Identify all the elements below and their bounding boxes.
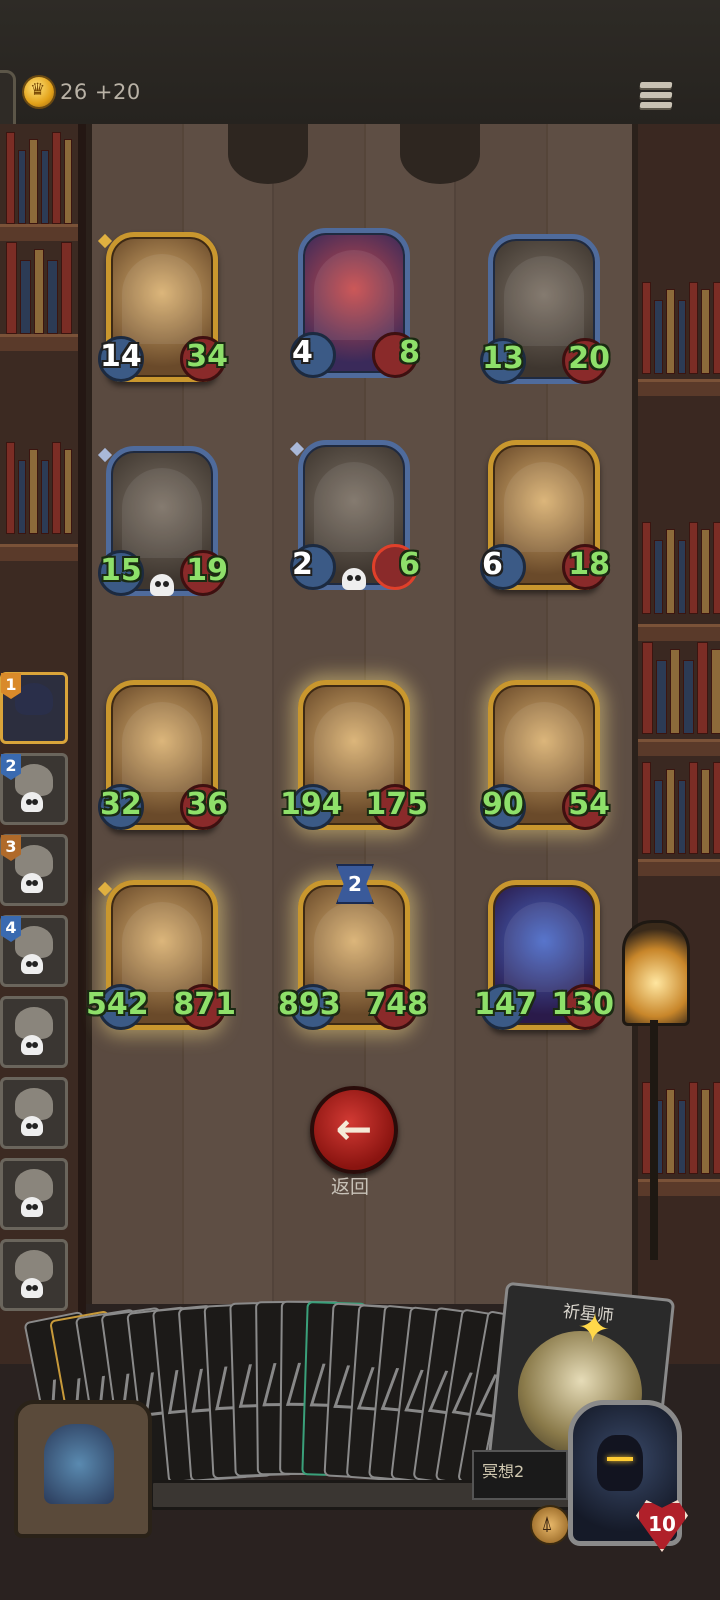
minion-health: 54 xyxy=(568,787,610,822)
minion-health: 34 xyxy=(186,339,228,374)
lantern-decoration xyxy=(622,920,690,1026)
coin-count: 26 +20 xyxy=(60,80,141,104)
star-sorceress-minion[interactable]: 147 130 xyxy=(474,880,614,1030)
minion-attack: 2 xyxy=(292,547,313,582)
opponent-list: 1 2 3 4 xyxy=(0,672,68,1320)
back-button-label: 返回 xyxy=(330,1176,369,1198)
opponent-item[interactable]: 3 xyxy=(0,834,68,906)
skull-demon-minion[interactable]: 13 20 xyxy=(480,234,610,384)
opponent-item[interactable] xyxy=(0,1158,68,1230)
arrow-left-icon: ← xyxy=(335,1104,373,1155)
crown-coin-icon xyxy=(24,77,54,107)
blonde-mage-minion[interactable]: 542 871 xyxy=(86,880,236,1030)
defeated-skull-icon xyxy=(21,792,43,812)
opponent-item[interactable]: 2 xyxy=(0,753,68,825)
minion-attack: 147 xyxy=(474,987,537,1022)
minion-health: 175 xyxy=(365,787,428,822)
pinocchio-minion[interactable]: 2 6 xyxy=(289,440,420,590)
meditate-label: 冥想2 xyxy=(472,1450,568,1500)
minion-attack: 13 xyxy=(482,341,524,376)
opponent-item[interactable]: 1 xyxy=(0,672,68,744)
minion-attack: 14 xyxy=(100,339,142,374)
hero-eyes xyxy=(607,1457,633,1461)
ship-kraken-minion[interactable]: 14 34 xyxy=(97,232,228,382)
sea-priestess-minion-2[interactable]: 90 54 xyxy=(480,680,610,830)
defeated-skull-icon xyxy=(21,1197,43,1217)
opponent-item[interactable] xyxy=(0,1077,68,1149)
minion-health: 748 xyxy=(365,987,428,1022)
minion-health: 19 xyxy=(186,553,228,588)
airship-minion[interactable]: 6 18 xyxy=(480,440,610,590)
minion-health: 6 xyxy=(399,547,420,582)
opponent-item[interactable] xyxy=(0,996,68,1068)
top-bar: 26 +20 xyxy=(0,0,720,196)
hamburger-menu-icon[interactable] xyxy=(639,82,673,114)
minion-health: 8 xyxy=(399,335,420,370)
minion-health: 18 xyxy=(568,547,610,582)
minion-attack: 893 xyxy=(278,987,341,1022)
opponent-item[interactable]: 4 xyxy=(0,915,68,987)
tavern-shop-chest[interactable] xyxy=(14,1400,152,1538)
star-icon: ✦ xyxy=(574,1304,613,1354)
shopkeeper-portrait xyxy=(44,1424,114,1504)
minion-health: 130 xyxy=(551,987,614,1022)
lantern-pole xyxy=(650,1020,658,1260)
bell-icon[interactable] xyxy=(530,1505,570,1545)
minion-attack: 90 xyxy=(482,787,524,822)
board-arch-decoration xyxy=(400,124,480,184)
ghost-horse-minion[interactable]: 2 893 748 xyxy=(278,864,428,1030)
minion-health: 36 xyxy=(186,787,228,822)
deathrattle-skull-icon xyxy=(342,568,366,590)
minion-attack: 542 xyxy=(86,987,149,1022)
defeated-skull-icon xyxy=(21,873,43,893)
minion-attack: 32 xyxy=(100,787,142,822)
sea-king-minion[interactable]: 194 175 xyxy=(280,680,428,830)
bookshelf-right xyxy=(628,124,720,1364)
sea-priestess-minion[interactable]: 32 36 xyxy=(98,680,228,830)
clown-minion[interactable]: 4 8 xyxy=(290,228,420,378)
minion-health: 871 xyxy=(173,987,236,1022)
board-arch-decoration xyxy=(228,124,308,184)
minion-attack: 194 xyxy=(280,787,343,822)
minion-attack: 4 xyxy=(292,335,313,370)
minion-attack: 15 xyxy=(100,553,142,588)
deathrattle-skull-icon xyxy=(150,574,174,596)
bone-beast-minion[interactable]: 15 19 xyxy=(97,446,228,596)
defeated-skull-icon xyxy=(21,1116,43,1136)
hero-face xyxy=(597,1435,643,1491)
minion-attack: 6 xyxy=(482,547,503,582)
back-button[interactable]: ← xyxy=(310,1086,398,1174)
minion-health: 20 xyxy=(568,341,610,376)
defeated-skull-icon xyxy=(21,954,43,974)
defeated-skull-icon xyxy=(21,1035,43,1055)
